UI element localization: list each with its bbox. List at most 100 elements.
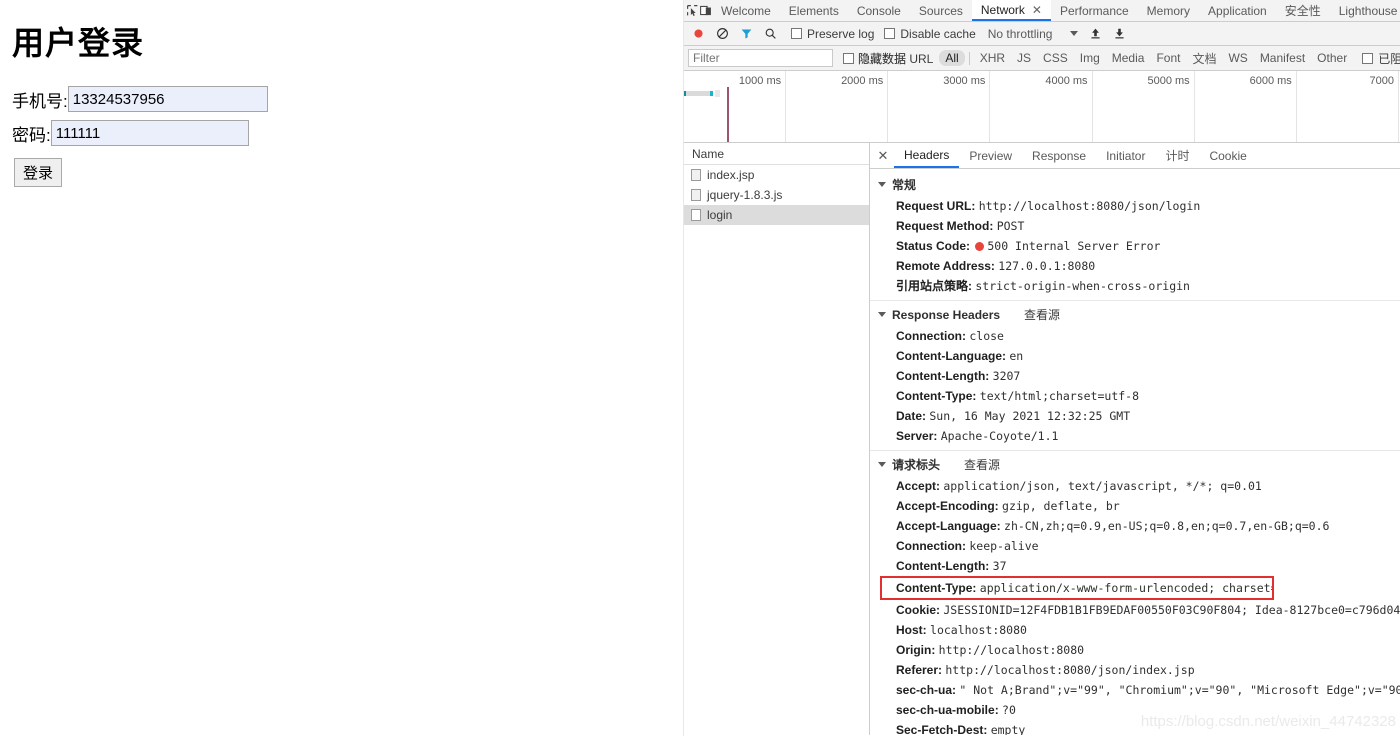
chevron-down-icon[interactable]	[878, 312, 886, 317]
type-filter-img[interactable]: Img	[1074, 50, 1106, 66]
preserve-log-box[interactable]	[791, 28, 802, 39]
header-value: ?0	[1002, 703, 1016, 717]
tab-sources[interactable]: Sources	[910, 0, 972, 21]
headers-section-title[interactable]: 请求标头 查看源	[870, 453, 1400, 476]
preserve-log-checkbox[interactable]: Preserve log	[791, 27, 874, 41]
password-input[interactable]	[50, 120, 249, 146]
header-value: empty	[990, 723, 1026, 735]
type-filter-other[interactable]: Other	[1311, 50, 1353, 66]
header-row: Content-Length: 3207	[870, 366, 1400, 386]
request-list: Name index.jsp jquery-1.8.3.js login	[684, 143, 870, 735]
header-name: Content-Type:	[896, 581, 977, 595]
tab-performance[interactable]: Performance	[1051, 0, 1138, 21]
tab-network[interactable]: Network ✕	[971, 0, 1051, 21]
type-filter-xhr[interactable]: XHR	[974, 50, 1011, 66]
close-icon[interactable]: ✕	[872, 143, 894, 168]
tab-安全性[interactable]: 安全性	[1276, 0, 1330, 21]
overview-bar-end-marker	[710, 91, 713, 96]
chevron-down-icon[interactable]	[878, 182, 886, 187]
detail-tab-preview[interactable]: Preview	[959, 143, 1022, 168]
type-filter-font[interactable]: Font	[1150, 50, 1186, 66]
tab-label: 安全性	[1284, 4, 1321, 18]
header-value: close	[969, 329, 1004, 343]
detail-tab-cookie[interactable]: Cookie	[1199, 143, 1256, 168]
tab-welcome[interactable]: Welcome	[712, 0, 780, 21]
filter-funnel-icon[interactable]	[735, 23, 757, 45]
headers-section-title[interactable]: 常规	[870, 173, 1400, 196]
chevron-down-icon[interactable]	[878, 462, 886, 467]
type-filter-css[interactable]: CSS	[1037, 50, 1074, 66]
detail-tab-list: Headers Preview Response Initiator 计时 Cookie	[894, 143, 1257, 168]
view-source-link[interactable]: 查看源	[964, 456, 1000, 473]
header-value: zh-CN,zh;q=0.9,en-US;q=0.8,en;q=0.7,en-G…	[1004, 519, 1330, 533]
device-toolbar-icon[interactable]	[699, 0, 712, 21]
tab-close-icon[interactable]: ✕	[1032, 3, 1042, 17]
header-name: Accept-Language:	[896, 519, 1001, 533]
search-icon[interactable]	[759, 23, 781, 45]
file-icon	[691, 169, 701, 181]
detail-tab-initiator[interactable]: Initiator	[1096, 143, 1155, 168]
export-har-icon[interactable]	[1108, 23, 1130, 45]
request-row[interactable]: index.jsp	[684, 165, 869, 185]
devtools-tabs: Welcome Elements Console Sources Network ✕ Per…	[712, 0, 1400, 21]
header-row: Server: Apache-Coyote/1.1	[870, 426, 1400, 446]
section-label: 请求标头	[892, 458, 941, 472]
header-name: Sec-Fetch-Dest:	[896, 723, 988, 735]
inspect-element-icon[interactable]	[686, 0, 699, 21]
tab-label: Network	[980, 2, 1025, 17]
header-name: Date:	[896, 409, 927, 423]
type-filter-文档[interactable]: 文档	[1186, 49, 1222, 68]
type-filter-ws[interactable]: WS	[1222, 50, 1253, 66]
phone-input[interactable]	[67, 86, 268, 112]
import-har-icon[interactable]	[1084, 23, 1106, 45]
hide-data-urls-checkbox[interactable]: 隐藏数据 URL 隐藏数据	[843, 50, 933, 67]
tab-memory[interactable]: Memory	[1138, 0, 1199, 21]
tab-console[interactable]: Console	[848, 0, 910, 21]
clear-button[interactable]	[711, 23, 733, 45]
record-button[interactable]	[687, 23, 709, 45]
tab-elements[interactable]: Elements	[780, 0, 848, 21]
type-filter-all[interactable]: All	[939, 50, 965, 66]
request-list-empty-area	[684, 225, 869, 735]
tab-application[interactable]: Application	[1199, 0, 1276, 21]
request-list-column-name[interactable]: Name	[684, 143, 869, 165]
detail-tab-headers[interactable]: Headers	[894, 143, 960, 168]
type-filter-media[interactable]: Media	[1106, 50, 1151, 66]
overview-bar-start-marker	[684, 91, 686, 96]
header-value: strict-origin-when-cross-origin	[975, 279, 1190, 293]
type-filter-manifest[interactable]: Manifest	[1254, 50, 1311, 66]
detail-tab-计时[interactable]: 计时	[1155, 143, 1199, 168]
tab-label: Console	[856, 3, 901, 18]
section-label: Response Headers	[892, 307, 1001, 322]
overview-tick: 7000	[684, 71, 1399, 142]
header-name: Request Method:	[896, 219, 994, 233]
network-overview-timeline[interactable]: 1000 ms 2000 ms 3000 ms 4000 ms 5000 ms 6000 …	[684, 71, 1400, 143]
blocked-cookies-box[interactable]	[1362, 52, 1374, 64]
header-name: Referer:	[896, 663, 943, 677]
request-row[interactable]: login	[684, 205, 869, 225]
resource-type-filters: All XHR JS CSS Img Media Font 文档 WS Manifest Other	[939, 49, 1353, 68]
status-error-dot	[975, 242, 985, 251]
tab-lighthouse[interactable]: Lighthouse	[1330, 0, 1400, 21]
header-name: Content-Length:	[896, 559, 990, 573]
disable-cache-checkbox[interactable]: Disable cache	[884, 27, 976, 41]
throttling-dropdown[interactable]: No throttling	[988, 27, 1079, 41]
filter-input[interactable]	[688, 49, 833, 67]
request-row[interactable]: jquery-1.8.3.js	[684, 185, 869, 205]
blocked-cookies-label: 已阻止 Cookie	[1378, 51, 1400, 66]
header-row: Status Code: 500 Internal Server Error	[870, 236, 1400, 256]
request-name: index.jsp	[707, 168, 755, 182]
hide-data-urls-box[interactable]	[843, 52, 854, 64]
login-button[interactable]: 登录	[14, 158, 63, 187]
blocked-cookies-checkbox[interactable]: 已阻止 Cookie	[1362, 50, 1400, 67]
headers-section-title[interactable]: Response Headers 查看源	[870, 303, 1400, 326]
detail-tab-response[interactable]: Response	[1022, 143, 1096, 168]
request-detail-pane: ✕ Headers Preview Response Initiator 计时 Cooki…	[870, 143, 1400, 735]
header-row: Content-Length: 37	[870, 556, 1400, 576]
type-filter-js[interactable]: JS	[1011, 50, 1037, 66]
hide-data-urls-label: 隐藏数据 URL 隐藏数据	[858, 50, 933, 67]
header-value: POST	[996, 219, 1025, 233]
header-name: Host:	[896, 623, 927, 637]
view-source-link[interactable]: 查看源	[1024, 306, 1060, 323]
disable-cache-box[interactable]	[884, 28, 896, 39]
